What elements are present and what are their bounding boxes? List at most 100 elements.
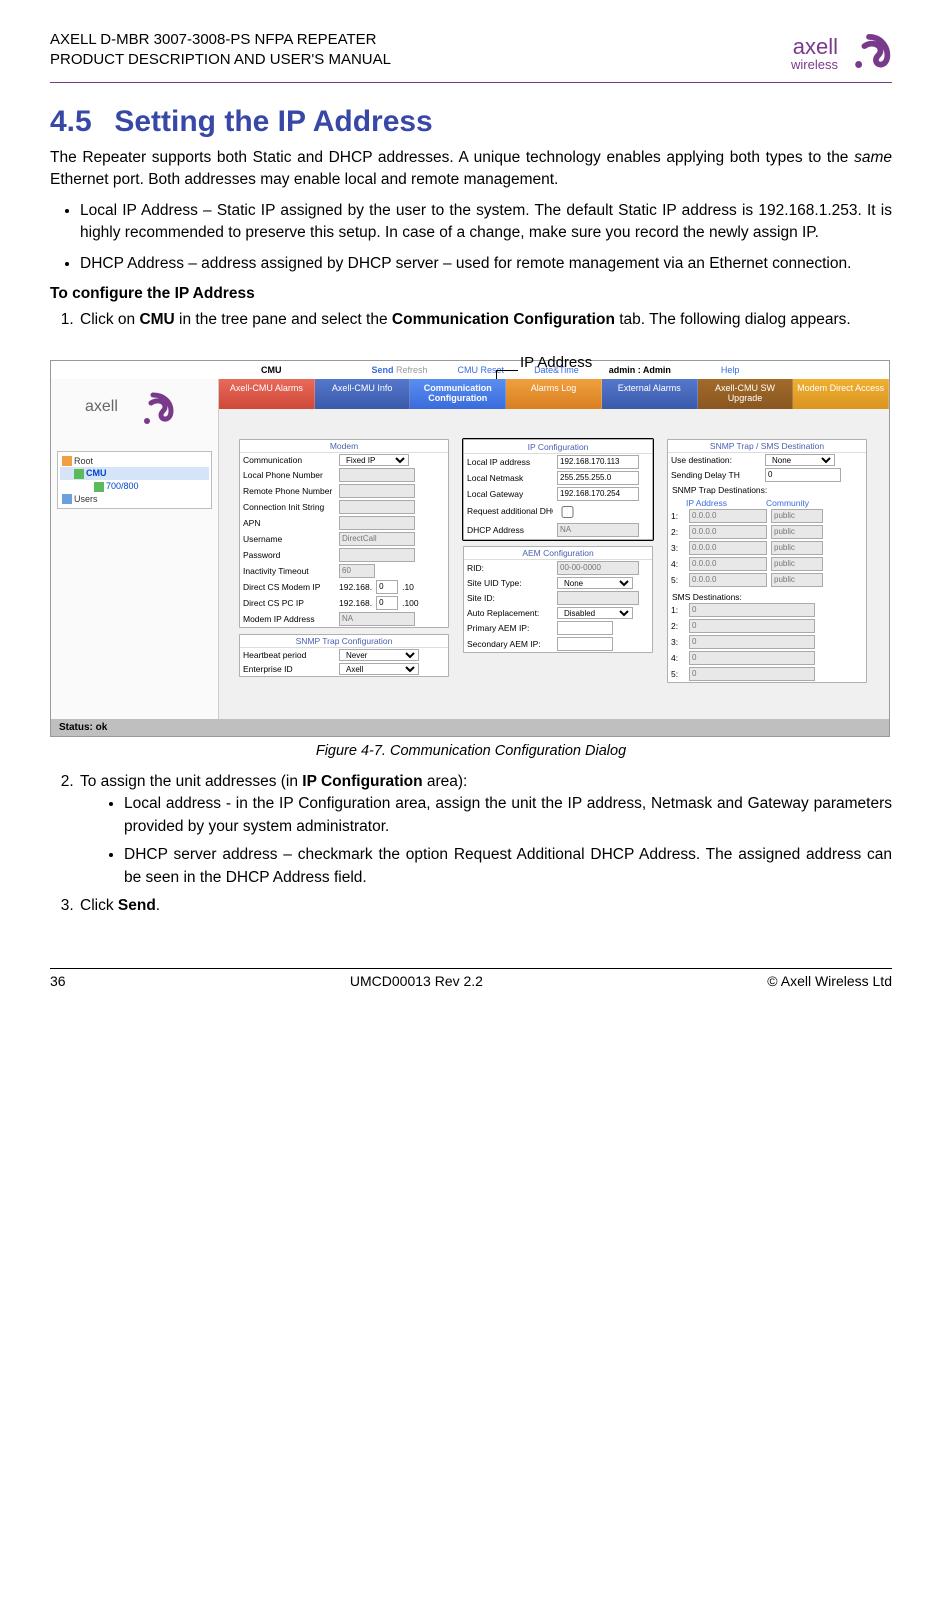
modem-cs-pc-ip-a[interactable] (376, 596, 398, 610)
sms-dest-row: 2: (668, 618, 866, 634)
sms-dest-row: 5: (668, 666, 866, 682)
footer-page: 36 (50, 973, 66, 989)
header-line2: PRODUCT DESCRIPTION AND USER'S MANUAL (50, 50, 391, 70)
snmp-dest-comm-1[interactable] (771, 509, 823, 523)
panel-modem-title: Modem (240, 440, 448, 453)
modem-inactivity[interactable] (339, 564, 375, 578)
tree-band[interactable]: 700/800 (60, 480, 209, 493)
snmp-heartbeat-select[interactable]: Never (339, 649, 419, 661)
header-text: AXELL D-MBR 3007-3008-PS NFPA REPEATER P… (50, 30, 391, 71)
intro-paragraph: The Repeater supports both Static and DH… (50, 147, 892, 192)
topbar-refresh[interactable]: Refresh (396, 365, 428, 375)
panel-snmp-dest-title: SNMP Trap / SMS Destination (668, 440, 866, 453)
aem-auto-replacement[interactable]: Disabled (557, 607, 633, 619)
tree-cmu[interactable]: CMU (60, 467, 209, 480)
shot-topbar: CMU Send Refresh CMU Reset Date&Time adm… (51, 361, 889, 379)
aem-primary-ip[interactable] (557, 621, 613, 635)
nav-tree[interactable]: Root CMU 700/800 Users (57, 451, 212, 510)
aem-secondary-ip[interactable] (557, 637, 613, 651)
modem-local-phone[interactable] (339, 468, 415, 482)
topbar-title: CMU (261, 365, 282, 375)
ip-gateway[interactable] (557, 487, 639, 501)
topbar-help[interactable]: Help (721, 365, 740, 375)
tree-users[interactable]: Users (60, 493, 209, 506)
page-footer: 36 UMCD00013 Rev 2.2 © Axell Wireless Lt… (50, 968, 892, 989)
snmp-dest-comm-4[interactable] (771, 557, 823, 571)
modem-cs-modem-ip-a[interactable] (376, 580, 398, 594)
snmp-dest-ip-2[interactable] (689, 525, 767, 539)
page-header: AXELL D-MBR 3007-3008-PS NFPA REPEATER P… (50, 30, 892, 83)
modem-init-string[interactable] (339, 500, 415, 514)
tab-sw-upgrade[interactable]: Axell-CMU SW Upgrade (698, 379, 794, 409)
modem-password[interactable] (339, 548, 415, 562)
tab-modem-direct[interactable]: Modem Direct Access (793, 379, 889, 409)
snmp-delay-th[interactable] (765, 468, 841, 482)
panel-ip-title: IP Configuration (464, 441, 652, 454)
section-number: 4.5 (50, 105, 106, 139)
snmp-enterprise-select[interactable]: Axell (339, 663, 419, 675)
sms-dest-5[interactable] (689, 667, 815, 681)
panel-aem-title: AEM Configuration (464, 547, 652, 560)
snmp-dest-ip-3[interactable] (689, 541, 767, 555)
snmp-dest-comm-5[interactable] (771, 573, 823, 587)
topbar-send[interactable]: Send (372, 365, 394, 375)
snmp-dest-row: 2: (668, 524, 866, 540)
tab-alarms[interactable]: Axell-CMU Alarms (219, 379, 315, 409)
snmp-dest-ip-4[interactable] (689, 557, 767, 571)
sms-dest-2[interactable] (689, 619, 815, 633)
ip-netmask[interactable] (557, 471, 639, 485)
aem-rid (557, 561, 639, 575)
panel-ip-configuration: IP Configuration Local IP address Local … (463, 439, 653, 540)
section-heading: 4.5 Setting the IP Address (50, 105, 892, 139)
ip-local-address[interactable] (557, 455, 639, 469)
footer-rev: UMCD00013 Rev 2.2 (350, 973, 483, 989)
snmp-dest-row: 4: (668, 556, 866, 572)
sms-dest-4[interactable] (689, 651, 815, 665)
tree-root[interactable]: Root (60, 455, 209, 468)
sub-local-address: Local address - in the IP Configuration … (124, 793, 892, 838)
tab-comm-config[interactable]: Communication Configuration (410, 379, 506, 409)
svg-text:axell: axell (85, 398, 118, 415)
modem-remote-phone[interactable] (339, 484, 415, 498)
modem-ip-addr (339, 612, 415, 626)
panel-snmp-config-title: SNMP Trap Configuration (240, 635, 448, 648)
bullet-local-ip: Local IP Address – Static IP assigned by… (80, 200, 892, 245)
snmp-dest-row: 5: (668, 572, 866, 588)
header-line1: AXELL D-MBR 3007-3008-PS NFPA REPEATER (50, 30, 391, 50)
tab-ext-alarms[interactable]: External Alarms (602, 379, 698, 409)
callout-tick (496, 370, 518, 371)
section-title-text: Setting the IP Address (114, 105, 432, 138)
status-bar: Status: ok (51, 719, 889, 736)
ip-request-dhcp-checkbox[interactable] (561, 506, 574, 518)
step-2: To assign the unit addresses (in IP Conf… (78, 771, 892, 889)
shot-sidebar: axell Root CMU 700/800 Users (51, 379, 219, 719)
sms-dest-row: 4: (668, 650, 866, 666)
tab-info[interactable]: Axell-CMU Info (315, 379, 411, 409)
snmp-dest-comm-2[interactable] (771, 525, 823, 539)
tab-row: Axell-CMU Alarms Axell-CMU Info Communic… (219, 379, 889, 409)
aem-site-uid-type[interactable]: None (557, 577, 633, 589)
sms-dest-1[interactable] (689, 603, 815, 617)
snmp-dest-ip-1[interactable] (689, 509, 767, 523)
shot-logo: axell (57, 385, 212, 437)
snmp-dest-row: 1: (668, 508, 866, 524)
sub-dhcp-server: DHCP server address – checkmark the opti… (124, 844, 892, 889)
snmp-dest-comm-3[interactable] (771, 541, 823, 555)
modem-communication-select[interactable]: Fixed IP (339, 454, 409, 466)
aem-site-id[interactable] (557, 591, 639, 605)
axell-swirl-icon (846, 30, 892, 76)
footer-copy: © Axell Wireless Ltd (767, 973, 892, 989)
tab-alarms-log[interactable]: Alarms Log (506, 379, 602, 409)
modem-apn[interactable] (339, 516, 415, 530)
modem-username[interactable] (339, 532, 415, 546)
sms-dest-3[interactable] (689, 635, 815, 649)
sms-dest-row: 3: (668, 634, 866, 650)
logo-top: axell (791, 36, 838, 58)
panel-snmp-trap-config: SNMP Trap Configuration Heartbeat period… (239, 634, 449, 677)
snmp-dest-ip-5[interactable] (689, 573, 767, 587)
screenshot-frame: CMU Send Refresh CMU Reset Date&Time adm… (50, 360, 890, 737)
procedure-steps-cont: To assign the unit addresses (in IP Conf… (50, 771, 892, 918)
ip-dhcp-address (557, 523, 639, 537)
snmp-use-dest[interactable]: None (765, 454, 835, 466)
step-3: Click Send. (78, 895, 892, 917)
